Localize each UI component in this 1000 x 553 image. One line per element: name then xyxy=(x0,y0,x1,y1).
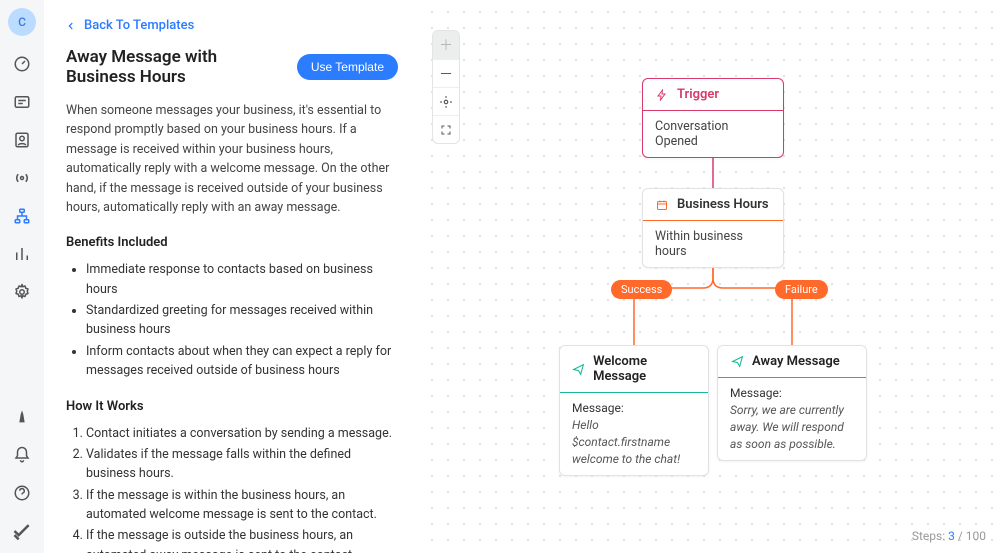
workflows-icon[interactable] xyxy=(12,206,32,226)
away-message-node[interactable]: Away Message Message: Sorry, we are curre… xyxy=(717,345,867,461)
back-to-templates-link[interactable]: Back To Templates xyxy=(66,18,398,33)
calendar-icon xyxy=(655,198,669,212)
messages-icon[interactable] xyxy=(12,92,32,112)
reports-icon[interactable] xyxy=(12,244,32,264)
bolt-icon xyxy=(655,88,669,102)
node-body: Within business hours xyxy=(643,220,783,267)
template-description: When someone messages your business, it'… xyxy=(66,101,398,217)
node-title: Business Hours xyxy=(677,197,769,212)
success-branch-pill: Success xyxy=(611,280,672,299)
user-icon[interactable] xyxy=(12,407,32,427)
contacts-icon[interactable] xyxy=(12,130,32,150)
node-title: Away Message xyxy=(752,354,840,369)
details-panel: Back To Templates Away Message with Busi… xyxy=(44,0,420,553)
zoom-out-button[interactable]: － xyxy=(433,59,459,87)
failure-branch-pill: Failure xyxy=(775,280,828,299)
sidebar-bottom xyxy=(12,407,32,541)
how-steps-list: Contact initiates a conversation by send… xyxy=(66,424,398,553)
list-item: If the message is within the business ho… xyxy=(86,486,398,525)
list-item: Standardized greeting for messages recei… xyxy=(86,301,398,340)
fullscreen-button[interactable] xyxy=(433,115,459,143)
use-template-button[interactable]: Use Template xyxy=(297,54,398,80)
business-hours-node[interactable]: Business Hours Within business hours xyxy=(642,188,784,268)
zoom-in-button: ＋ xyxy=(433,31,459,59)
send-icon xyxy=(730,355,744,369)
list-item: If the message is outside the business h… xyxy=(86,526,398,553)
welcome-message-node[interactable]: Welcome Message Message: Hello $contact.f… xyxy=(559,345,709,476)
message-label: Message: xyxy=(572,401,696,415)
steps-indicator: Steps: 3 / 100 xyxy=(912,529,986,543)
node-title: Welcome Message xyxy=(593,354,696,384)
steps-current: 3 xyxy=(948,529,955,543)
steps-total: 100 xyxy=(966,529,986,543)
recenter-button[interactable] xyxy=(433,87,459,115)
benefits-heading: Benefits Included xyxy=(66,235,398,250)
message-text: Sorry, we are currently away. We will re… xyxy=(730,402,854,452)
message-text: Hello $contact.firstname welcome to the … xyxy=(572,417,696,467)
list-item: Contact initiates a conversation by send… xyxy=(86,424,398,443)
chevron-left-icon xyxy=(66,21,76,31)
app-logo-icon[interactable] xyxy=(12,521,32,541)
page-title: Away Message with Business Hours xyxy=(66,47,285,87)
settings-icon[interactable] xyxy=(12,282,32,302)
back-label: Back To Templates xyxy=(84,18,194,33)
steps-sep: / xyxy=(958,529,963,543)
list-item: Inform contacts about when they can expe… xyxy=(86,342,398,381)
sidebar: C xyxy=(0,0,44,553)
broadcast-icon[interactable] xyxy=(12,168,32,188)
benefits-list: Immediate response to contacts based on … xyxy=(66,260,398,380)
trigger-node[interactable]: Trigger Conversation Opened xyxy=(642,78,784,158)
sidebar-nav xyxy=(12,54,32,302)
how-heading: How It Works xyxy=(66,399,398,414)
avatar[interactable]: C xyxy=(8,8,36,36)
dashboard-icon[interactable] xyxy=(12,54,32,74)
steps-label: Steps: xyxy=(912,529,945,543)
notifications-icon[interactable] xyxy=(12,445,32,465)
list-item: Validates if the message falls within th… xyxy=(86,445,398,484)
node-title: Trigger xyxy=(677,87,719,102)
send-icon xyxy=(572,362,585,376)
canvas-toolbar: ＋ － xyxy=(432,30,460,144)
help-icon[interactable] xyxy=(12,483,32,503)
list-item: Immediate response to contacts based on … xyxy=(86,260,398,299)
node-body: Conversation Opened xyxy=(643,110,783,157)
message-label: Message: xyxy=(730,386,854,400)
